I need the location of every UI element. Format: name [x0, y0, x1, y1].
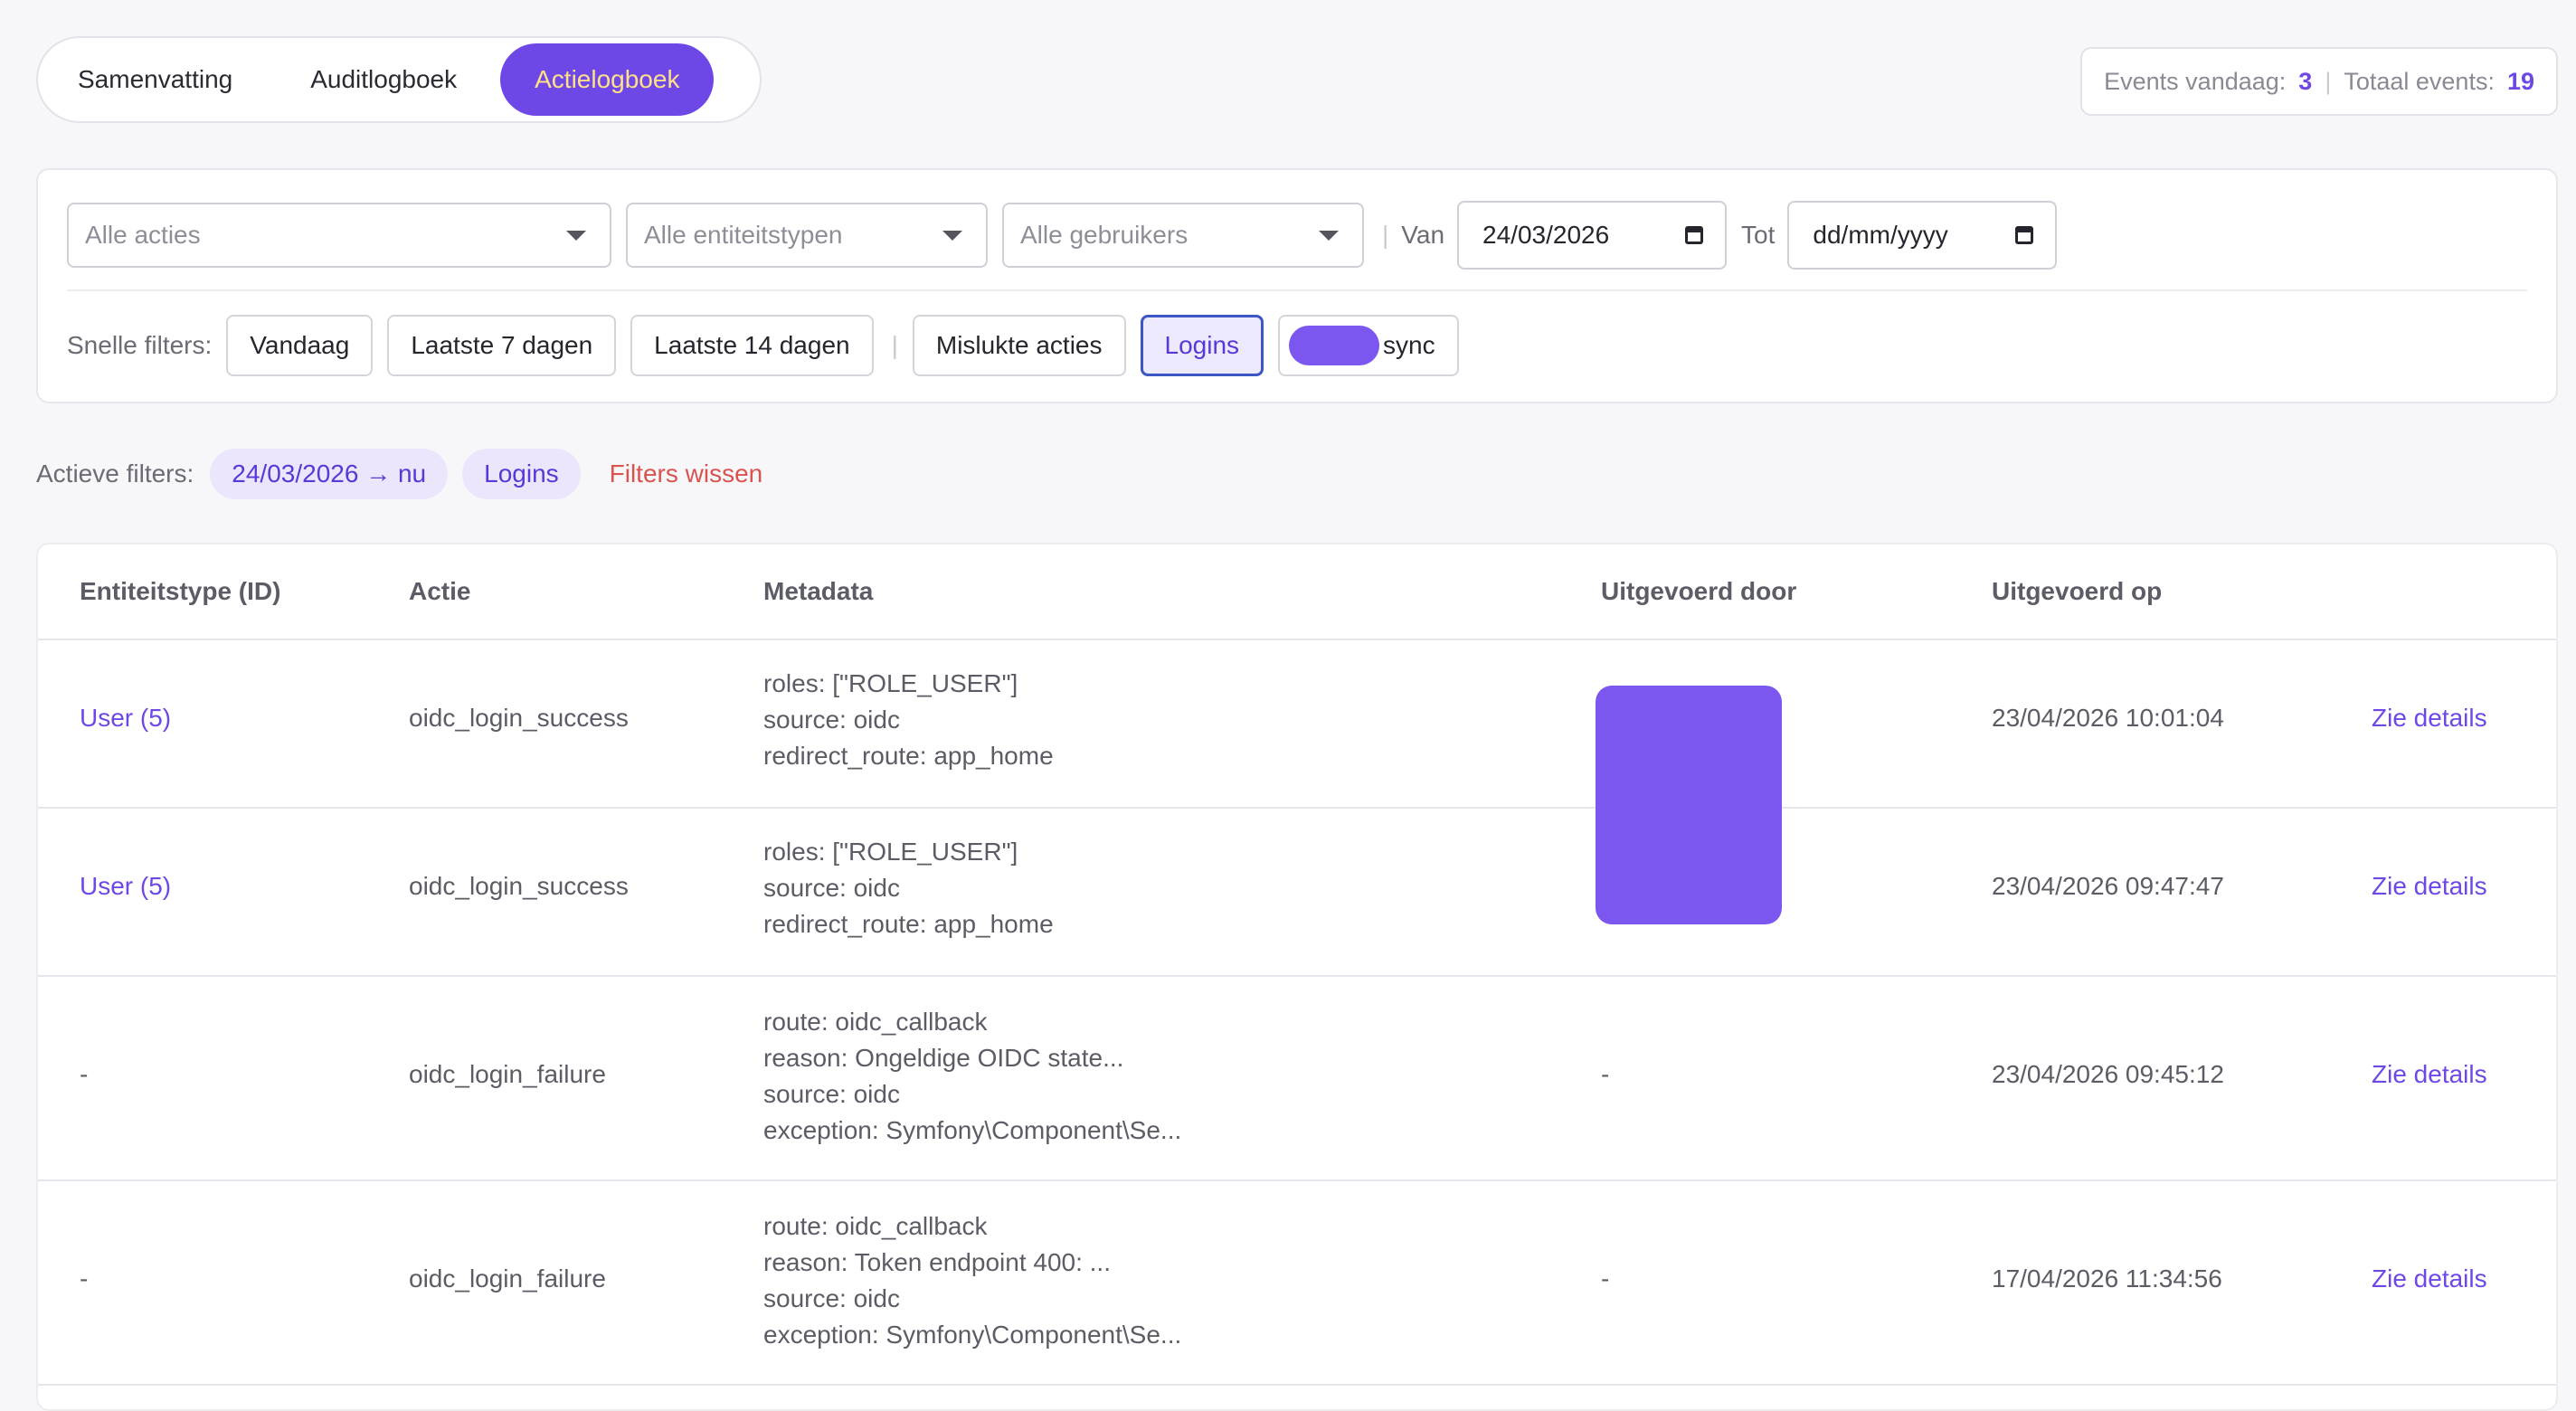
active-filters: Actieve filters: 24/03/2026 → nu Logins … — [36, 449, 762, 499]
quick-filters-label: Snelle filters: — [67, 331, 213, 359]
metadata-cell: route: oidc_callback reason: Token endpo… — [763, 1208, 1181, 1353]
quick-filter-sync-label: sync — [1383, 331, 1435, 359]
column-header-action: Actie — [409, 577, 471, 605]
filter-panel: Alle acties Alle entiteitstypen Alle geb… — [36, 168, 2558, 403]
quick-filter-today[interactable]: Vandaag — [226, 315, 374, 376]
table-row: - oidc_login_failure route: oidc_callbac… — [38, 975, 2556, 1181]
metadata-line: source: oidc — [763, 874, 900, 902]
actions-select[interactable]: Alle acties — [67, 203, 611, 268]
events-table: Entiteitstype (ID) Actie Metadata Uitgev… — [36, 543, 2558, 1411]
counter-separator: | — [2325, 67, 2332, 95]
active-filter-logins[interactable]: Logins — [462, 449, 581, 499]
details-link[interactable]: Zie details — [2372, 872, 2487, 901]
entity-cell: - — [80, 1264, 89, 1293]
metadata-line: route: oidc_callback — [763, 1212, 988, 1240]
metadata-line: redirect_route: app_home — [763, 742, 1054, 770]
metadata-line: reason: Token endpoint 400: ... — [763, 1248, 1111, 1276]
quick-filter-sync[interactable]: sync — [1278, 315, 1459, 376]
active-filter-date-range[interactable]: 24/03/2026 → nu — [210, 449, 449, 499]
events-today-value: 3 — [2298, 67, 2313, 95]
metadata-cell: roles: ["ROLE_USER"] source: oidc redire… — [763, 834, 1054, 942]
quick-filter-last-14-days[interactable]: Laatste 14 dagen — [630, 315, 874, 376]
details-link[interactable]: Zie details — [2372, 704, 2487, 733]
entity-link[interactable]: User (5) — [80, 704, 171, 733]
chevron-down-icon — [1319, 230, 1339, 241]
chevron-down-icon — [942, 230, 962, 241]
performed-by-redaction — [1596, 686, 1782, 924]
table-header: Entiteitstype (ID) Actie Metadata Uitgev… — [38, 545, 2556, 640]
table-row: - oidc_login_failure route: oidc_callbac… — [38, 1179, 2556, 1386]
from-date-value: 24/03/2026 — [1482, 221, 1610, 249]
metadata-line: source: oidc — [763, 706, 900, 734]
redaction-block — [1289, 326, 1380, 365]
to-date-input[interactable]: dd/mm/yyyy — [1787, 201, 2058, 270]
events-total-value: 19 — [2506, 67, 2534, 95]
table-row: User (5) oidc_login_success roles: ["ROL… — [38, 807, 2556, 977]
filter-separator: | — [1382, 221, 1389, 249]
metadata-cell: roles: ["ROLE_USER"] source: oidc redire… — [763, 666, 1054, 774]
performed-by-cell: - — [1601, 1264, 1610, 1293]
column-header-performed-by: Uitgevoerd door — [1601, 577, 1797, 605]
metadata-line: roles: ["ROLE_USER"] — [763, 838, 1018, 866]
tab-auditlogboek[interactable]: Auditlogboek — [276, 43, 491, 116]
metadata-line: exception: Symfony\Component\Se... — [763, 1321, 1182, 1349]
to-label: Tot — [1741, 221, 1776, 249]
chevron-down-icon — [566, 230, 586, 241]
tab-samenvatting[interactable]: Samenvatting — [43, 43, 267, 116]
metadata-line: source: oidc — [763, 1284, 900, 1312]
calendar-icon[interactable] — [2015, 226, 2034, 244]
timestamp-cell: 23/04/2026 09:45:12 — [1992, 1060, 2224, 1088]
metadata-line: reason: Ongeldige OIDC state... — [763, 1044, 1124, 1072]
filter-divider — [67, 289, 2527, 291]
active-filters-label: Actieve filters: — [36, 459, 194, 488]
from-label: Van — [1401, 221, 1445, 249]
details-link[interactable]: Zie details — [2372, 1060, 2487, 1089]
timestamp-cell: 17/04/2026 11:34:56 — [1992, 1264, 2222, 1293]
quick-filter-last-7-days[interactable]: Laatste 7 dagen — [387, 315, 617, 376]
table-row: User (5) oidc_login_success roles: ["ROL… — [38, 639, 2556, 809]
events-today-label: Events vandaag: — [2104, 67, 2287, 95]
entity-cell: - — [80, 1060, 89, 1088]
calendar-icon[interactable] — [1685, 226, 1704, 244]
details-link[interactable]: Zie details — [2372, 1264, 2487, 1293]
metadata-line: redirect_route: app_home — [763, 910, 1054, 938]
from-date-input[interactable]: 24/03/2026 — [1457, 201, 1728, 270]
entity-types-select-value: Alle entiteitstypen — [644, 221, 843, 249]
metadata-line: route: oidc_callback — [763, 1008, 988, 1036]
metadata-line: exception: Symfony\Component\Se... — [763, 1116, 1182, 1144]
clear-filters-link[interactable]: Filters wissen — [610, 459, 763, 488]
action-cell: oidc_login_success — [409, 704, 629, 732]
action-cell: oidc_login_failure — [409, 1264, 606, 1293]
tab-actielogboek[interactable]: Actielogboek — [500, 43, 715, 116]
quick-filter-separator: | — [891, 331, 898, 359]
events-total-label: Totaal events: — [2344, 67, 2495, 95]
action-cell: oidc_login_success — [409, 872, 629, 900]
entity-link[interactable]: User (5) — [80, 872, 171, 901]
performed-by-cell: - — [1601, 1060, 1610, 1088]
column-header-entity: Entiteitstype (ID) — [80, 577, 281, 605]
entity-types-select[interactable]: Alle entiteitstypen — [626, 203, 988, 268]
users-select[interactable]: Alle gebruikers — [1002, 203, 1364, 268]
view-tabs: Samenvatting Auditlogboek Actielogboek — [36, 36, 762, 123]
column-header-performed-at: Uitgevoerd op — [1992, 577, 2163, 605]
event-counter: Events vandaag: 3 | Totaal events: 19 — [2080, 47, 2558, 116]
to-date-value: dd/mm/yyyy — [1813, 221, 1948, 249]
timestamp-cell: 23/04/2026 09:47:47 — [1992, 872, 2224, 900]
column-header-metadata: Metadata — [763, 577, 874, 605]
metadata-line: source: oidc — [763, 1080, 900, 1108]
timestamp-cell: 23/04/2026 10:01:04 — [1992, 704, 2224, 732]
metadata-cell: route: oidc_callback reason: Ongeldige O… — [763, 1004, 1181, 1149]
action-cell: oidc_login_failure — [409, 1060, 606, 1088]
actions-select-value: Alle acties — [85, 221, 201, 249]
quick-filter-logins[interactable]: Logins — [1140, 315, 1264, 376]
users-select-value: Alle gebruikers — [1020, 221, 1189, 249]
metadata-line: roles: ["ROLE_USER"] — [763, 669, 1018, 697]
quick-filter-failed-actions[interactable]: Mislukte acties — [912, 315, 1126, 376]
